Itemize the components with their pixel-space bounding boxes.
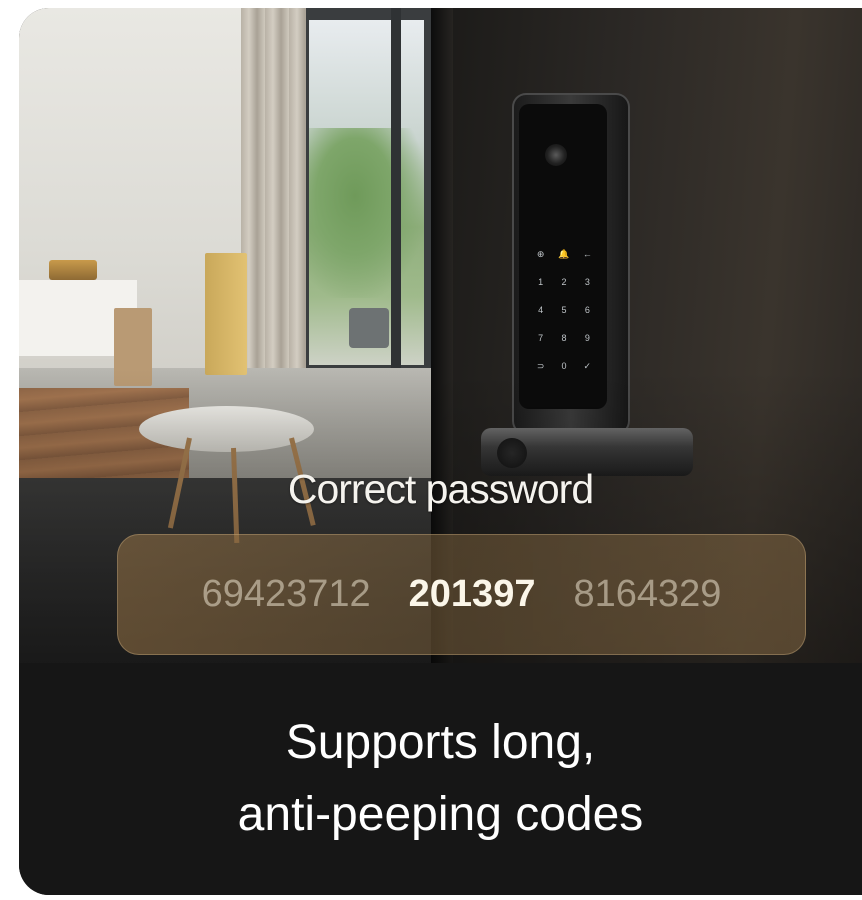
code-bar: 69423712 201397 8164329 [117,534,806,655]
password-status: Correct password [287,466,594,512]
feature-card: ⊕ 🔔 ← 1 2 3 4 5 6 7 8 9 ⊃ 0 ✓ Correct pa… [19,8,862,895]
decoy-code-right: 8164329 [573,573,722,615]
caption-line-1: Supports long, [285,716,596,769]
caption-line-2: anti-peeping codes [237,788,644,841]
feature-caption: Supports long, anti-peeping codes [19,663,862,895]
decoy-code-left: 69423712 [201,573,371,615]
smart-lock-photo: ⊕ 🔔 ← 1 2 3 4 5 6 7 8 9 ⊃ 0 ✓ Correct pa… [19,8,862,663]
real-code: 201397 [408,573,536,615]
